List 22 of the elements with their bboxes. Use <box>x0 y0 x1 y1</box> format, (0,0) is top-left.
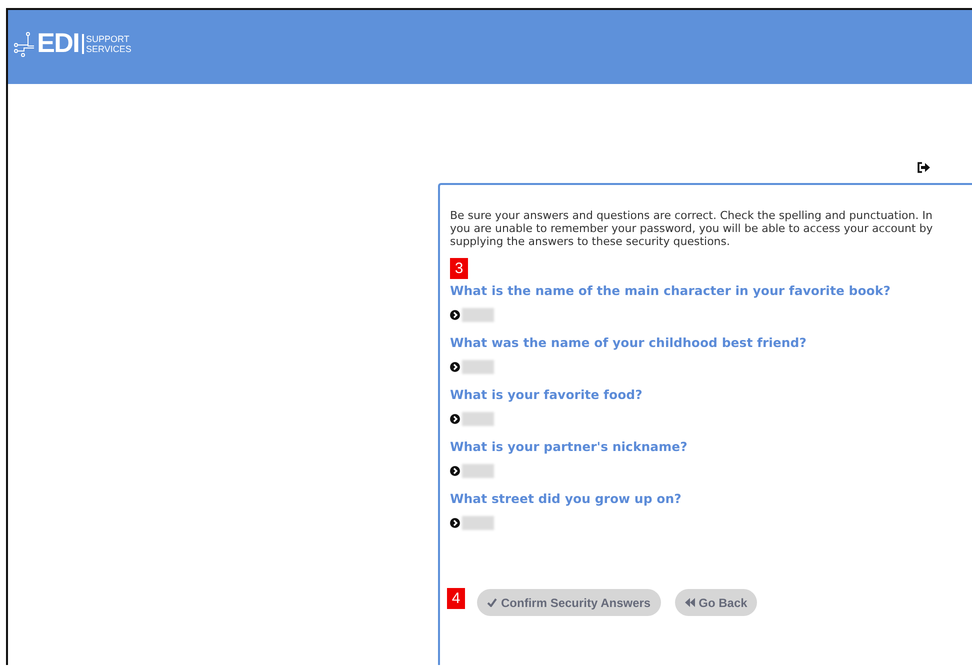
chevron-circle-icon <box>450 310 460 320</box>
instructions-text: Be sure your answers and questions are correct. Check the spelling and punctuation. In you are unable to remember your password, you will be able to access your account by supplying the answers to these security questions. <box>450 209 934 248</box>
back-button[interactable]: Go Back <box>674 589 758 616</box>
chevron-circle-icon <box>450 362 460 372</box>
logout-icon[interactable] <box>917 162 930 173</box>
question-label: What is your favorite food? <box>450 387 644 403</box>
question-label: What street did you grow up on? <box>450 491 682 507</box>
chevron-circle-icon <box>450 466 460 476</box>
question-label: What is your partner's nickname? <box>450 439 688 455</box>
question-label: What is the name of the main character in your favorite book? <box>450 283 892 299</box>
logo-text: EDI <box>37 30 80 57</box>
circuit-icon <box>14 30 34 56</box>
question-label: What was the name of your childhood best friend? <box>450 335 808 351</box>
confirm-button[interactable]: Confirm Security Answers <box>477 589 661 616</box>
check-icon <box>487 598 497 607</box>
callout-marker: 3 <box>450 258 468 279</box>
chevron-circle-icon <box>450 414 460 424</box>
chevron-circle-icon <box>450 518 460 528</box>
rewind-icon <box>684 598 695 607</box>
logo-tagline: SERVICES <box>86 44 132 54</box>
callout-marker: 4 <box>447 588 465 609</box>
logo-tagline: SUPPORT <box>86 34 130 44</box>
